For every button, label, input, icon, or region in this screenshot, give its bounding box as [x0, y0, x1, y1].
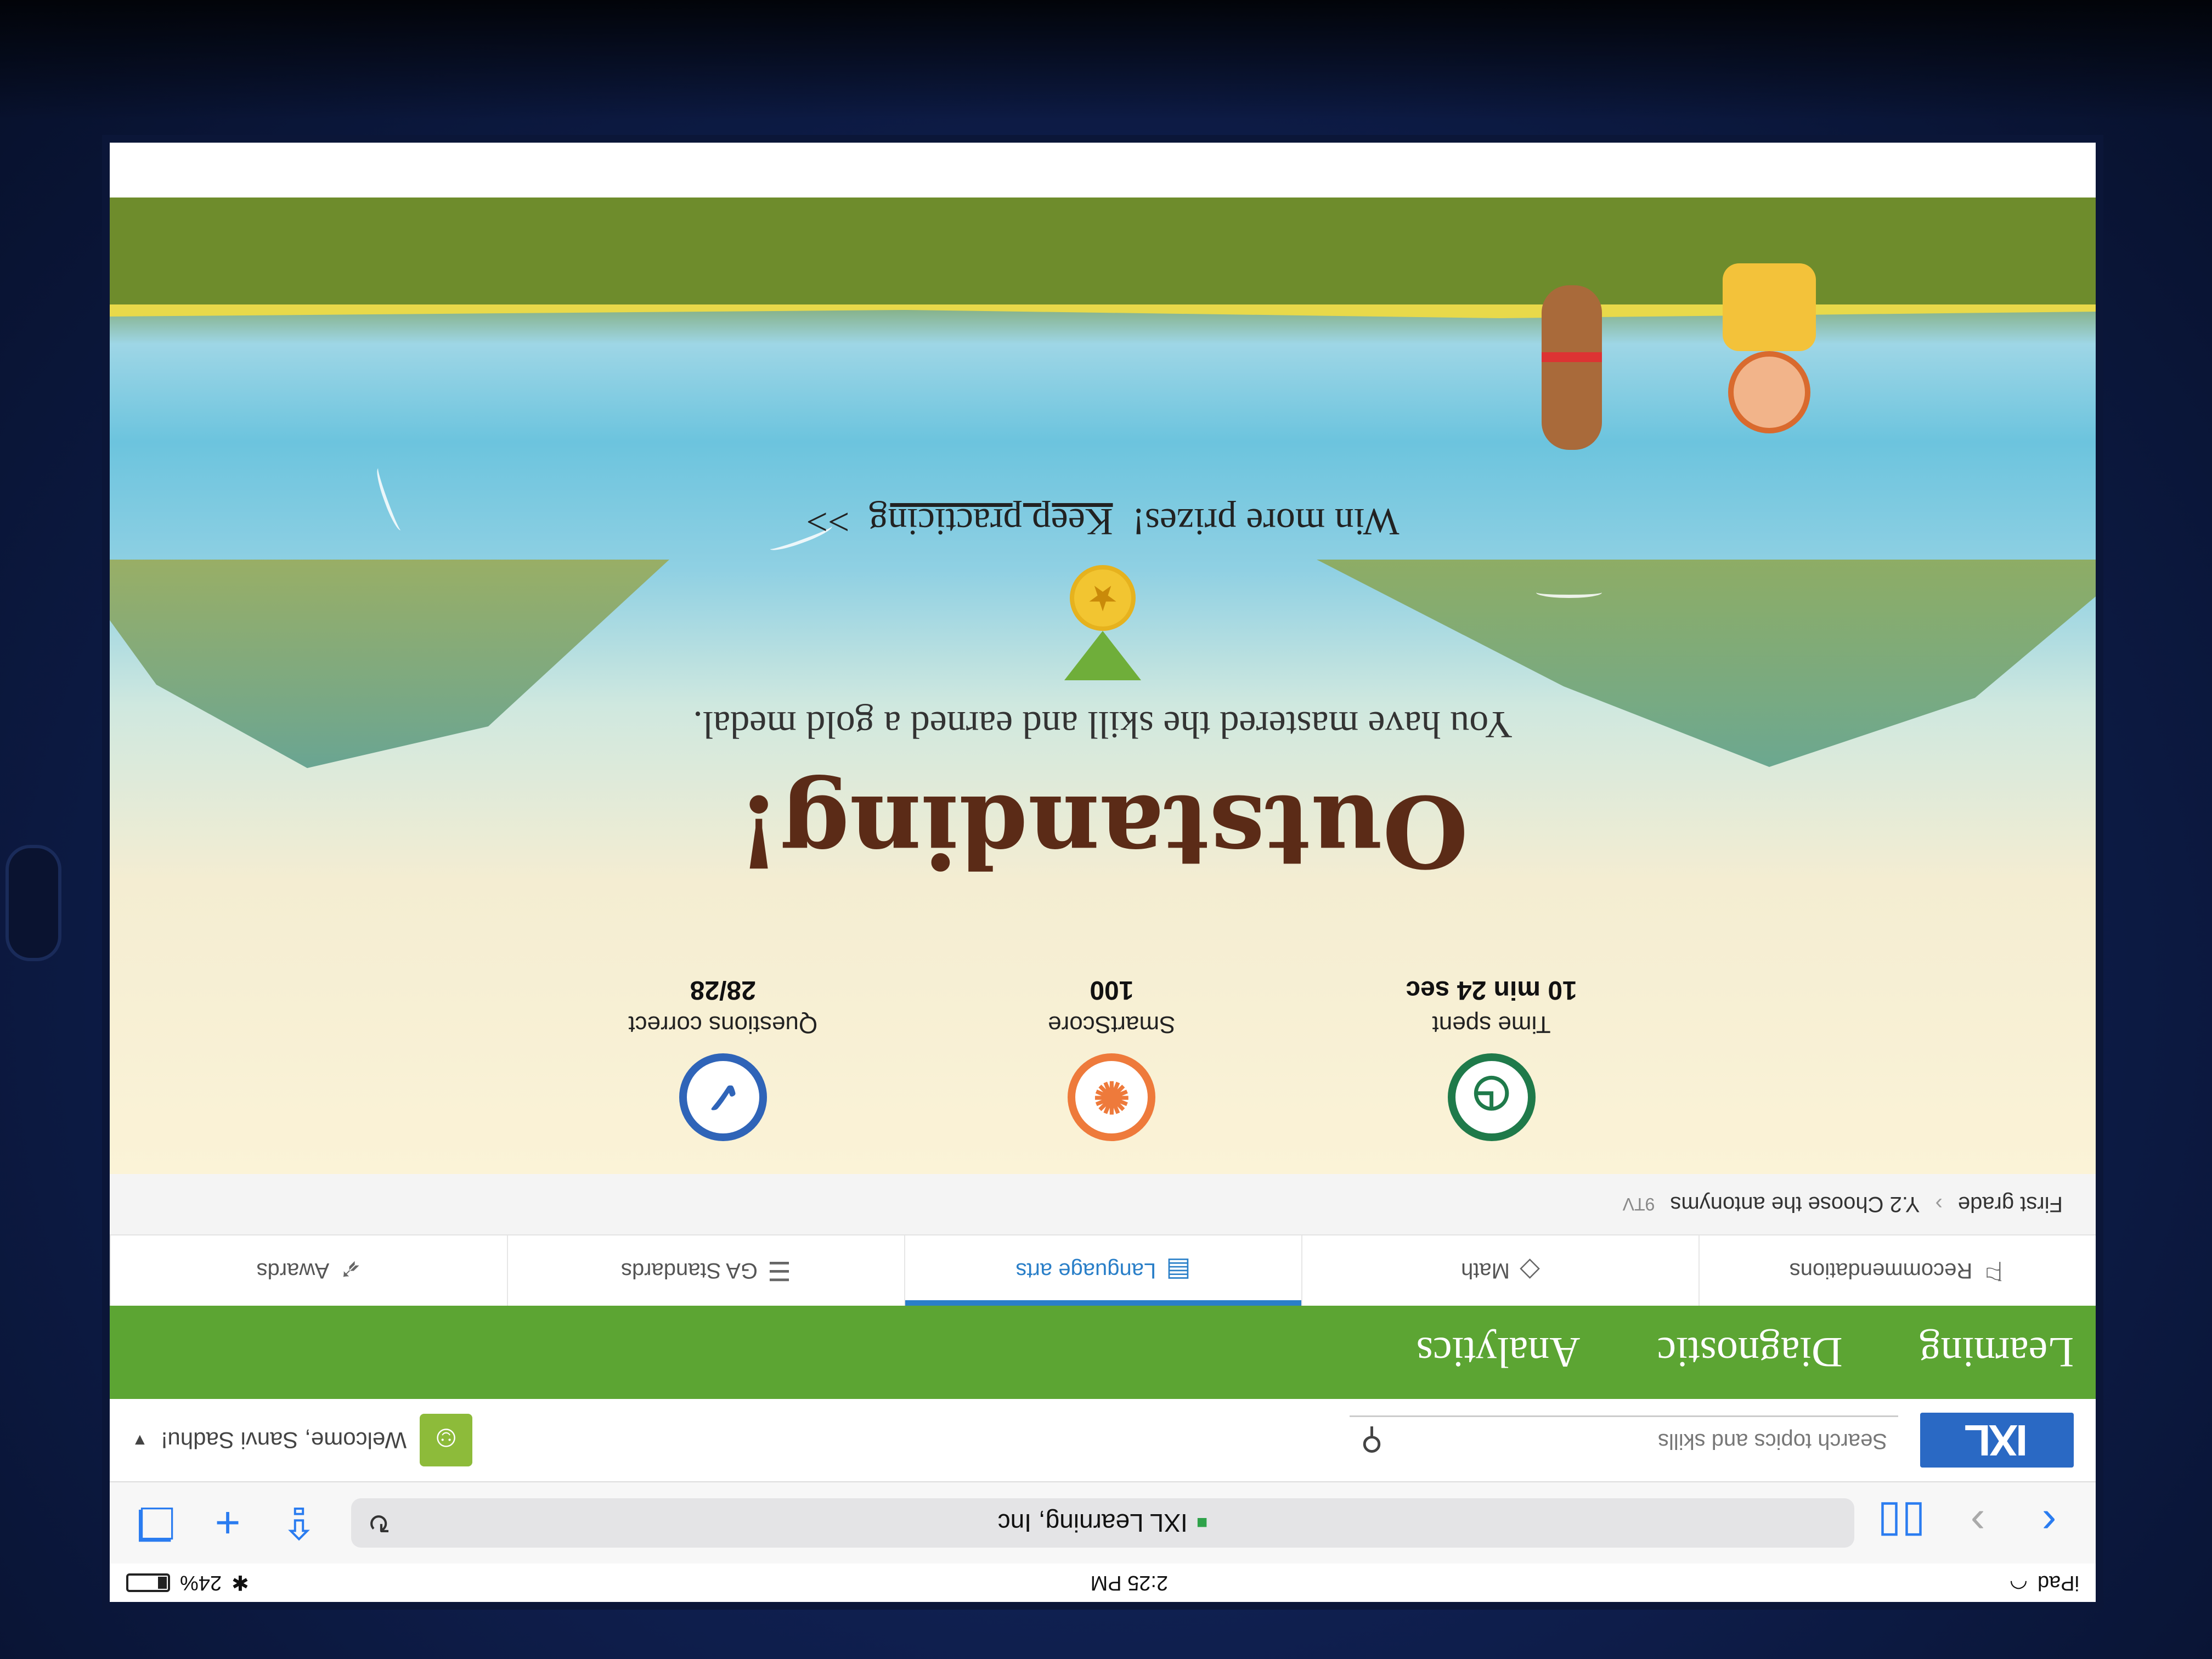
- subject-nav: ⚐ Recommendations ◇ Math ▤ Language arts…: [110, 1234, 2096, 1306]
- clock-text: 2:25 PM: [1090, 1571, 1169, 1595]
- status-bar: iPad ◠ 2:25 PM ✱ 24%: [110, 1564, 2096, 1602]
- bluetooth-icon: ✱: [232, 1571, 249, 1594]
- stats-row: ◷ Time spent 10 min 24 sec ✺ SmartScore …: [110, 975, 2096, 1141]
- stat-questions-correct: ✓ Questions correct 28/28: [628, 975, 817, 1141]
- home-button[interactable]: [5, 845, 61, 961]
- subnav-math[interactable]: ◇ Math: [1301, 1235, 1699, 1306]
- subnav-label: Awards: [256, 1259, 330, 1283]
- rocket-icon: ➶: [339, 1256, 362, 1285]
- tab-diagnostic[interactable]: Diagnostic: [1657, 1328, 1843, 1377]
- browser-toolbar: ‹ › ▯▯ ■ IXL Learning, Inc ↻ ⇪ + ❐: [110, 1481, 2096, 1564]
- stat-value: 100: [1090, 975, 1134, 1005]
- search-placeholder: Search topics and skills: [1658, 1429, 1887, 1453]
- clock-icon: ◷: [1447, 1053, 1536, 1141]
- keep-practicing-link[interactable]: Keep practicing: [868, 500, 1113, 543]
- stat-label: Time spent: [1432, 1011, 1551, 1038]
- kid-body: [1723, 263, 1816, 351]
- subnav-awards[interactable]: ➶ Awards: [110, 1235, 507, 1306]
- star-icon: ★: [1070, 565, 1136, 631]
- stat-time-spent: ◷ Time spent 10 min 24 sec: [1406, 975, 1577, 1141]
- subnav-label: GA Standards: [620, 1259, 758, 1283]
- search-icon[interactable]: ⚲: [1361, 1423, 1383, 1459]
- new-tab-icon[interactable]: +: [208, 1498, 247, 1548]
- battery-percent: 24%: [180, 1571, 222, 1595]
- lock-icon: ■: [1196, 1513, 1208, 1534]
- tabs-icon[interactable]: ❐: [136, 1498, 176, 1549]
- ipad-screen: iPad ◠ 2:25 PM ✱ 24% ‹ › ▯▯ ■ IXL Learni…: [110, 143, 2096, 1602]
- bezel-shadow: [0, 0, 2212, 121]
- stat-value: 10 min 24 sec: [1406, 975, 1577, 1005]
- stat-value: 28/28: [690, 975, 756, 1005]
- tab-analytics[interactable]: Analytics: [1417, 1328, 1581, 1377]
- hill-left: [1317, 560, 2096, 790]
- reload-icon[interactable]: ↻: [368, 1507, 391, 1539]
- subnav-label: Recommendations: [1789, 1259, 1973, 1283]
- book-icon: ▤: [1166, 1256, 1191, 1285]
- welcome-text: Welcome, Sanvi Sadhu!: [161, 1427, 407, 1453]
- url-text: IXL Learning, Inc: [997, 1509, 1188, 1537]
- stat-smartscore: ✺ SmartScore 100: [1048, 975, 1175, 1141]
- breadcrumb: First grade › Y.2 Choose the antonyms 9T…: [110, 1174, 2096, 1234]
- avatar: ☺: [420, 1414, 473, 1466]
- chevron-right-icon: ›: [1935, 1192, 1943, 1217]
- subnav-recommendations[interactable]: ⚐ Recommendations: [1699, 1235, 2096, 1306]
- prize-arrow[interactable]: >>: [806, 500, 849, 543]
- checkmark-icon: ✓: [679, 1053, 767, 1141]
- skill-code: 9TV: [1622, 1194, 1655, 1215]
- ixl-header: IXL Search topics and skills ⚲ ☺ Welcome…: [110, 1399, 2096, 1481]
- kid-with-guitar-illustration: [1712, 225, 1832, 433]
- chevron-down-icon: ▼: [132, 1431, 148, 1449]
- dog-collar: [1542, 352, 1602, 362]
- dog-illustration: [1542, 285, 1602, 450]
- tab-learning[interactable]: Learning: [1919, 1328, 2074, 1377]
- prize-text: Win more prizes!: [1132, 500, 1400, 543]
- kid-head: [1728, 351, 1810, 433]
- back-arrow-icon[interactable]: ‹: [2030, 1498, 2068, 1548]
- recommendations-icon: ⚐: [1982, 1256, 2006, 1285]
- bookmarks-icon[interactable]: ▯▯: [1877, 1498, 1926, 1549]
- prize-message: Win more prizes! Keep practicing >>: [110, 499, 2096, 543]
- stat-label: Questions correct: [628, 1011, 818, 1038]
- bird-icon: [1536, 587, 1602, 598]
- subnav-label: Language arts: [1015, 1259, 1156, 1283]
- subnav-ga-standards[interactable]: ☰ GA Standards: [507, 1235, 904, 1306]
- lightbulb-icon: ✺: [1068, 1053, 1156, 1141]
- url-field[interactable]: ■ IXL Learning, Inc ↻: [351, 1498, 1854, 1548]
- celebration-panel: ◷ Time spent 10 min 24 sec ✺ SmartScore …: [110, 198, 2096, 1174]
- subnav-language-arts[interactable]: ▤ Language arts: [904, 1235, 1301, 1306]
- breadcrumb-skill: Y.2 Choose the antonyms: [1670, 1192, 1920, 1217]
- device-label: iPad: [2037, 1571, 2079, 1595]
- search-input[interactable]: Search topics and skills ⚲: [1350, 1415, 1898, 1465]
- user-menu[interactable]: ☺ Welcome, Sanvi Sadhu! ▼: [132, 1414, 473, 1466]
- mastery-message: You have mastered the skill and earned a…: [693, 703, 1513, 746]
- gold-medal-icon: ★: [1064, 565, 1141, 680]
- battery-icon: [126, 1573, 171, 1592]
- wifi-icon: ◠: [2009, 1571, 2028, 1594]
- medal-ribbon: [1064, 631, 1141, 680]
- list-icon: ☰: [768, 1256, 792, 1285]
- main-nav: Learning Diagnostic Analytics: [110, 1306, 2096, 1399]
- stat-label: SmartScore: [1048, 1011, 1176, 1038]
- share-icon[interactable]: ⇪: [280, 1498, 318, 1549]
- diamond-icon: ◇: [1520, 1256, 1540, 1285]
- forward-arrow-icon[interactable]: ›: [1959, 1498, 1997, 1548]
- headline: Outstanding!: [737, 773, 1469, 889]
- ixl-logo[interactable]: IXL: [1920, 1413, 2074, 1468]
- subnav-label: Math: [1461, 1259, 1510, 1283]
- breadcrumb-grade[interactable]: First grade: [1958, 1192, 2063, 1217]
